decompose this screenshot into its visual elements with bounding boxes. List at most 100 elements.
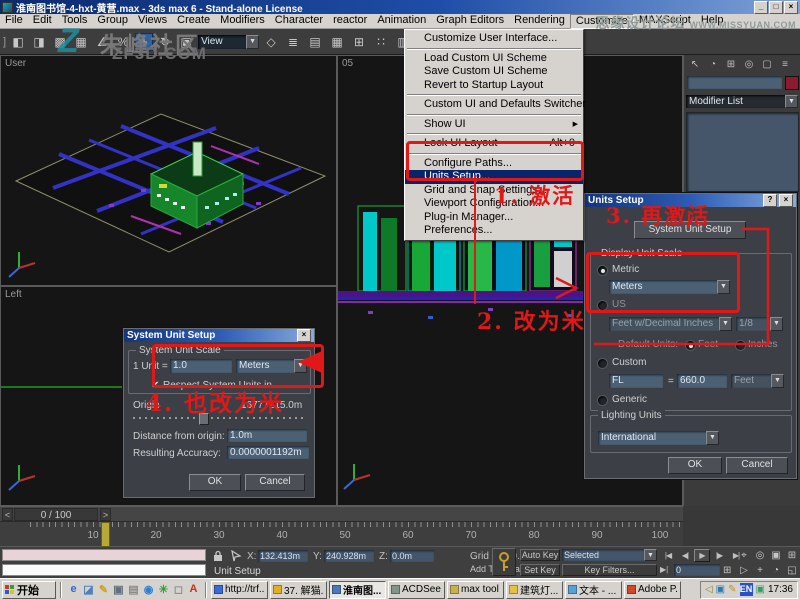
respect-checkbox[interactable]: ✔ (151, 380, 159, 391)
zoom-all-icon[interactable]: ◎ (752, 548, 768, 563)
chevron-down-icon[interactable]: ▼ (719, 317, 732, 331)
quicklaunch-photoshop-icon[interactable]: ▣ (111, 583, 126, 596)
taskbar-task-item[interactable]: 建筑灯... (506, 581, 563, 599)
custom-label[interactable]: Custom (612, 357, 646, 368)
restore-button[interactable]: □ (769, 1, 783, 14)
material-editor-icon[interactable]: ∷ (372, 33, 390, 51)
quicklaunch-cube-icon[interactable]: ◻ (171, 583, 186, 596)
absolute-mode-icon[interactable] (230, 550, 242, 562)
frame-back-button[interactable]: < (2, 508, 13, 521)
language-indicator[interactable]: EN (740, 583, 753, 596)
metric-unit-dropdown[interactable]: Meters (609, 280, 717, 294)
menu-item-plug-in-manager[interactable]: Plug-in Manager... (405, 211, 583, 225)
modifier-list-dropdown[interactable]: Modifier List (686, 95, 785, 108)
object-color-swatch[interactable] (785, 76, 799, 90)
quicklaunch-acdsee-icon[interactable]: ✳ (156, 583, 171, 596)
units-dialog-titlebar[interactable]: Units Setup ? × (585, 194, 796, 207)
zoom-extents-icon[interactable]: ▣ (768, 548, 784, 563)
menu-item-preferences[interactable]: Preferences... (405, 224, 583, 238)
menubar-item-animation[interactable]: Animation (372, 14, 431, 27)
x-coordinate-field[interactable]: 132.413m (258, 550, 308, 562)
menubar-item-character[interactable]: Character (270, 14, 328, 27)
quicklaunch-ie-icon[interactable]: e (66, 583, 81, 596)
create-tab-icon[interactable]: ↖ (686, 57, 704, 72)
menu-item-units-setup[interactable]: Units Setup... (405, 170, 583, 184)
time-configuration-icon[interactable]: ⊞ (723, 565, 731, 576)
taskbar-task-item[interactable]: 淮南图... (329, 581, 386, 599)
us-fraction-dropdown[interactable]: 1/8 (736, 317, 770, 331)
quicklaunch-pen-icon[interactable]: ✎ (96, 583, 111, 596)
utilities-tab-icon[interactable]: ≡ (776, 57, 794, 72)
quicklaunch-film-icon[interactable]: ▤ (126, 583, 141, 596)
unit-type-dropdown[interactable]: Meters (236, 359, 294, 373)
menu-item-customize-user-interface[interactable]: Customize User Interface... (405, 32, 583, 46)
go-to-start-button[interactable]: |◀ (660, 549, 676, 562)
modify-tab-icon[interactable]: ◔ (704, 57, 722, 72)
quicklaunch-media-player-icon[interactable]: ◉ (141, 583, 156, 596)
menubar-item-edit[interactable]: Edit (28, 14, 57, 27)
chevron-down-icon[interactable]: ▼ (785, 95, 798, 108)
quicklaunch-max-icon[interactable]: ◪ (81, 583, 96, 596)
menu-item-revert-to-startup-layout[interactable]: Revert to Startup Layout (405, 79, 583, 93)
cancel-button[interactable]: Cancel (245, 474, 305, 491)
zoom-icon[interactable]: ⌖ (736, 548, 752, 563)
menu-item-show-ui[interactable]: Show UI▶ (405, 118, 583, 132)
menu-item-load-custom-ui-scheme[interactable]: Load Custom UI Scheme (405, 52, 583, 66)
menu-item-save-custom-ui-scheme[interactable]: Save Custom UI Scheme (405, 65, 583, 79)
current-frame-field[interactable]: 0 (674, 564, 720, 576)
system-dialog-titlebar[interactable]: System Unit Setup × (124, 329, 314, 342)
custom-radio[interactable] (598, 359, 607, 368)
schematic-view-icon[interactable]: ⊞ (350, 33, 368, 51)
cancel-button[interactable]: Cancel (726, 457, 788, 474)
link-icon[interactable]: ◧ (9, 33, 27, 51)
taskbar-task-adobe-p[interactable]: Adobe P... (624, 581, 681, 599)
taskbar-task-37[interactable]: 37. 解猫... (270, 581, 327, 599)
ok-button[interactable]: OK (189, 474, 241, 491)
z-coordinate-field[interactable]: 0.0m (390, 550, 434, 562)
previous-frame-button[interactable]: ◀| (677, 549, 693, 562)
generic-radio[interactable] (598, 396, 607, 405)
accuracy-field[interactable]: 0.0000001192m (227, 446, 309, 459)
selection-lock-icon[interactable] (212, 550, 224, 562)
menubar-item-group[interactable]: Group (92, 14, 133, 27)
chevron-down-icon[interactable]: ▼ (717, 280, 730, 294)
respect-label[interactable]: Respect System Units in (163, 380, 272, 391)
play-animation-button[interactable]: ▶ (694, 549, 710, 562)
quicklaunch-acrobat-icon[interactable]: A (186, 583, 201, 596)
default-feet-label[interactable]: Feet (698, 339, 718, 350)
time-slider[interactable]: 0 / 100 (14, 508, 98, 521)
menubar-item-create[interactable]: Create (172, 14, 215, 27)
default-inches-label[interactable]: Inches (748, 339, 777, 350)
chevron-down-icon[interactable]: ▼ (770, 317, 783, 331)
menubar-item-reactor[interactable]: reactor (328, 14, 372, 27)
help-button[interactable]: ? (763, 194, 777, 207)
min-max-toggle-icon[interactable]: ◱ (784, 563, 800, 578)
display-tray-icon[interactable]: ▣ (756, 584, 765, 595)
key-mode-toggle[interactable]: ▶| (660, 565, 668, 574)
display-tab-icon[interactable]: ▢ (758, 57, 776, 72)
menu-item-configure-paths[interactable]: Configure Paths... (405, 157, 583, 171)
pan-icon[interactable]: + (752, 563, 768, 578)
close-button[interactable]: × (784, 1, 798, 14)
close-icon[interactable]: × (297, 329, 311, 342)
close-icon[interactable]: × (779, 194, 793, 207)
taskbar-task-acdsee[interactable]: ACDSee ... (388, 581, 445, 599)
chevron-down-icon[interactable]: ▼ (294, 359, 307, 373)
taskbar-task-item[interactable]: 文本 - ... (565, 581, 622, 599)
taskbar-task-max-tool[interactable]: max tool (447, 581, 504, 599)
selection-set-dropdown[interactable]: Selected (562, 549, 644, 561)
distance-field[interactable]: 1.0m (227, 429, 307, 442)
viewport-user[interactable]: User (0, 55, 337, 286)
chevron-down-icon[interactable]: ▼ (771, 374, 784, 388)
lighting-units-dropdown[interactable]: International (598, 431, 706, 445)
menu-item-custom-ui-and-defaults-switcher[interactable]: Custom UI and Defaults Switcher (405, 98, 583, 112)
motion-tab-icon[interactable]: ◎ (740, 57, 758, 72)
menubar-item-rendering[interactable]: Rendering (509, 14, 570, 27)
origin-slider-thumb[interactable] (199, 413, 209, 425)
key-filters-button[interactable]: Key Filters... (562, 564, 657, 576)
curve-editor-icon[interactable]: ▦ (328, 33, 346, 51)
ok-button[interactable]: OK (668, 457, 722, 474)
menu-item-lock-ui-layout[interactable]: Lock UI LayoutAlt+0 (405, 137, 583, 151)
menubar-item-modifiers[interactable]: Modifiers (215, 14, 270, 27)
next-frame-button[interactable]: |▶ (711, 549, 727, 562)
